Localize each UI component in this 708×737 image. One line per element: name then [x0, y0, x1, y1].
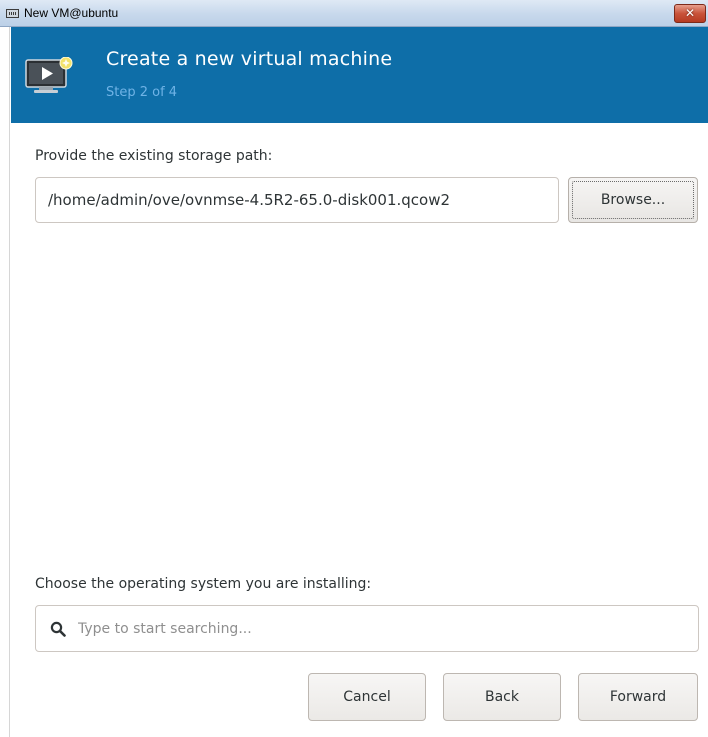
wizard-step-indicator: Step 2 of 4	[106, 85, 178, 100]
vm-monitor-icon	[25, 57, 73, 93]
browse-button[interactable]: Browse...	[568, 177, 698, 223]
os-selection-label: Choose the operating system you are inst…	[35, 576, 372, 592]
cancel-button[interactable]: Cancel	[308, 673, 426, 721]
vm-manager-icon	[6, 9, 19, 18]
storage-path-label: Provide the existing storage path:	[35, 148, 273, 164]
wizard-title: Create a new virtual machine	[106, 48, 393, 70]
wizard-header-banner: Create a new virtual machine Step 2 of 4	[11, 27, 708, 123]
back-button[interactable]: Back	[443, 673, 561, 721]
window-close-button[interactable]: ✕	[674, 4, 706, 23]
focus-ring	[572, 181, 694, 219]
search-icon	[50, 621, 66, 637]
window-title: New VM@ubuntu	[24, 6, 119, 20]
forward-button[interactable]: Forward	[578, 673, 698, 721]
os-search-input[interactable]	[78, 616, 678, 642]
os-search-field[interactable]	[35, 605, 699, 652]
window-left-border	[0, 27, 10, 737]
storage-path-input[interactable]: /home/admin/ove/ovnmse-4.5R2-65.0-disk00…	[35, 177, 559, 223]
window-titlebar[interactable]: New VM@ubuntu ✕	[0, 0, 708, 27]
